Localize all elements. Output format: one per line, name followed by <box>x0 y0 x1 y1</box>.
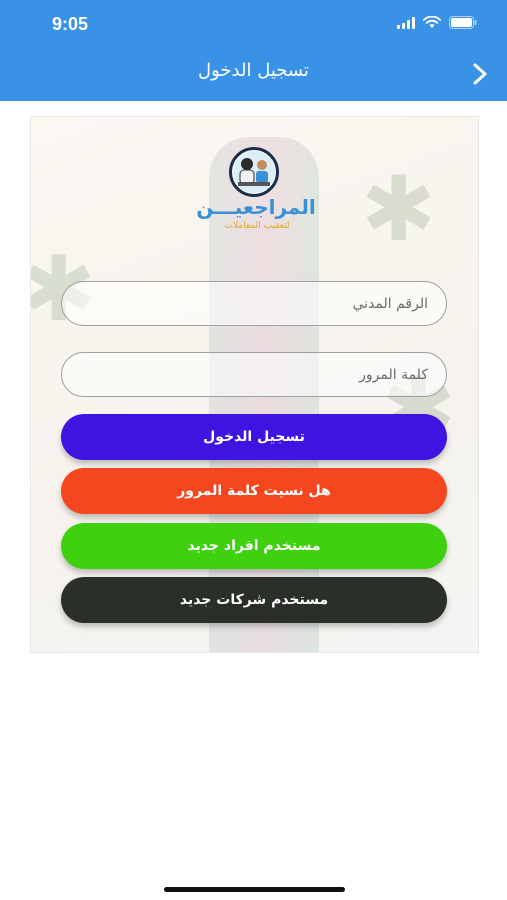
password-placeholder: كلمة المرور <box>359 366 428 383</box>
palm-tree-icon: ✱ <box>361 157 437 262</box>
app-logo: المراجعيـــن لتعقيب المعاملات <box>194 147 318 237</box>
battery-icon <box>449 14 477 33</box>
login-card: ✱ ✱ ✱ المراجعيـــن لتعقيب المعاملات الرق… <box>30 116 479 653</box>
page-title: تسجيل الدخول <box>198 60 309 81</box>
new-individual-user-button[interactable]: مستخدم افراد جديد <box>61 523 447 569</box>
chevron-right-icon <box>473 63 487 85</box>
logo-subtitle: لتعقيب المعاملات <box>224 221 290 231</box>
home-indicator <box>164 887 345 892</box>
logo-avatar <box>229 147 279 197</box>
forgot-password-button[interactable]: هل نسيت كلمة المرور <box>61 468 447 514</box>
wifi-icon <box>423 14 441 33</box>
civil-id-input[interactable]: الرقم المدني <box>61 281 447 326</box>
new-company-user-button[interactable]: مستخدم شركات جديد <box>61 577 447 623</box>
back-button[interactable] <box>467 59 493 89</box>
cellular-signal-icon <box>397 14 415 33</box>
person-desk-icon <box>233 151 275 193</box>
password-input[interactable]: كلمة المرور <box>61 352 447 397</box>
civil-id-placeholder: الرقم المدني <box>352 295 428 312</box>
login-button[interactable]: تسجيل الدخول <box>61 414 447 460</box>
status-time: 9:05 <box>52 14 89 34</box>
status-icons <box>397 14 477 33</box>
app-header: 9:05 تسجيل الدخول <box>0 0 507 101</box>
logo-title: المراجعيـــن <box>196 195 316 219</box>
